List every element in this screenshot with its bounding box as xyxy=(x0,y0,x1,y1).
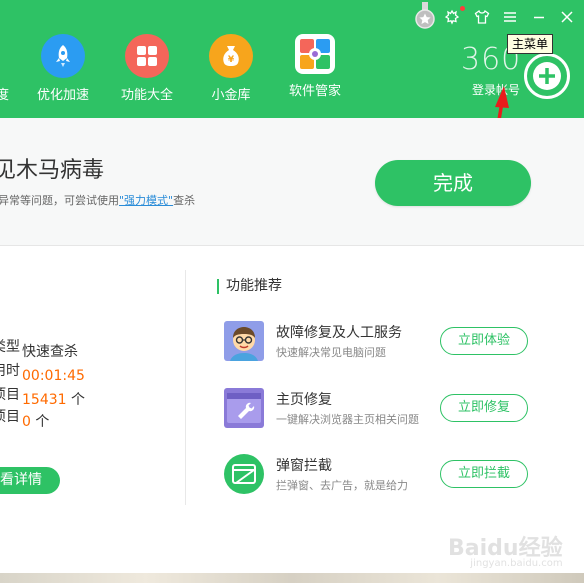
nav-label: 功能大全 xyxy=(120,88,173,103)
scan-result-banner: 见木马病毒 异常等问题，可尝试使用"强力模式"查杀 完成 xyxy=(0,118,584,246)
stat-key: 项目 xyxy=(0,387,20,403)
nav-label: 小金库 xyxy=(211,88,251,103)
feature-desc: 快速解决常见电脑问题 xyxy=(276,346,386,359)
stat-unit: 个 xyxy=(35,414,50,430)
grid-icon xyxy=(125,34,169,78)
close-icon[interactable] xyxy=(555,5,579,29)
feature-desc: 拦弹窗、去广告，就是给力 xyxy=(276,479,408,492)
column-divider xyxy=(185,270,186,505)
main-menu-button[interactable] xyxy=(524,53,570,99)
block-now-button[interactable]: 立即拦截 xyxy=(440,460,528,488)
feature-repair-service: 故障修复及人工服务 快速解决常见电脑问题 立即体验 xyxy=(224,321,564,365)
nav-item-features[interactable]: 功能大全 xyxy=(105,34,189,103)
stat-row-time: 用时00:01:45 xyxy=(0,360,85,384)
subtitle-suffix: 查杀 xyxy=(173,194,196,207)
main-menu-tooltip: 主菜单 xyxy=(507,34,554,54)
feature-name: 故障修复及人工服务 xyxy=(276,325,402,341)
feature-homepage-repair: 主页修复 一键解决浏览器主页相关问题 立即修复 xyxy=(224,388,564,432)
result-subtitle: 异常等问题，可尝试使用"强力模式"查杀 xyxy=(0,192,195,208)
notification-dot xyxy=(460,6,465,11)
stat-row-threats: 项目0 个 xyxy=(0,406,49,431)
medal-icon[interactable] xyxy=(414,2,436,30)
nav-item-optimize[interactable]: 优化加速 xyxy=(21,34,105,103)
nav-label: 优化加速 xyxy=(36,88,89,103)
browser-repair-icon xyxy=(224,388,264,428)
force-mode-link[interactable]: "强力模式" xyxy=(119,194,173,207)
feature-desc: 一键解决浏览器主页相关问题 xyxy=(276,413,419,426)
stat-key: 项目 xyxy=(0,409,20,425)
rocket-icon xyxy=(41,34,85,78)
feature-name: 弹窗拦截 xyxy=(276,458,332,474)
nav-item-treasury[interactable]: ¥ 小金库 xyxy=(189,34,273,103)
result-title: 见木马病毒 xyxy=(0,158,105,183)
software-manager-icon xyxy=(295,34,335,74)
shirt-icon[interactable] xyxy=(470,5,494,29)
support-agent-icon xyxy=(224,321,264,361)
stat-key: 类型 xyxy=(0,339,20,355)
nav-item-software[interactable]: 软件管家 xyxy=(273,34,357,99)
top-header: 度 优化加速 功能大全 ¥ 小金库 软件管家 360 登录帐号 主菜单 xyxy=(0,0,584,118)
try-now-button[interactable]: 立即体验 xyxy=(440,327,528,355)
view-details-button[interactable]: 查看详情 xyxy=(0,467,60,494)
nav-label: 软件管家 xyxy=(288,84,341,99)
stat-row-type: 类型快速查杀 xyxy=(0,336,78,361)
stat-unit: 个 xyxy=(71,392,85,408)
svg-text:¥: ¥ xyxy=(228,55,235,65)
recommend-title: 功能推荐 xyxy=(217,279,282,294)
feature-popup-block: 弹窗拦截 拦弹窗、去广告，就是给力 立即拦截 xyxy=(224,454,564,498)
login-link[interactable]: 登录帐号 xyxy=(472,81,520,98)
stat-value: 00:01:45 xyxy=(22,368,85,384)
minimize-icon[interactable] xyxy=(527,5,551,29)
popup-block-icon xyxy=(224,454,264,494)
stat-value: 快速查杀 xyxy=(22,344,78,360)
stat-value: 0 xyxy=(22,414,31,430)
menu-icon[interactable] xyxy=(498,5,522,29)
plus-icon xyxy=(533,62,561,90)
done-button[interactable]: 完成 xyxy=(375,160,531,206)
subtitle-prefix: 异常等问题，可尝试使用 xyxy=(0,194,119,207)
baidu-watermark: Baidu经验 jingyan.baidu.com xyxy=(448,530,563,569)
bottom-strip xyxy=(0,573,584,583)
money-bag-icon: ¥ xyxy=(209,34,253,78)
stat-key: 用时 xyxy=(0,363,20,379)
nav-item-cut-label[interactable]: 度 xyxy=(0,84,10,103)
feature-name: 主页修复 xyxy=(276,392,332,408)
repair-now-button[interactable]: 立即修复 xyxy=(440,394,528,422)
